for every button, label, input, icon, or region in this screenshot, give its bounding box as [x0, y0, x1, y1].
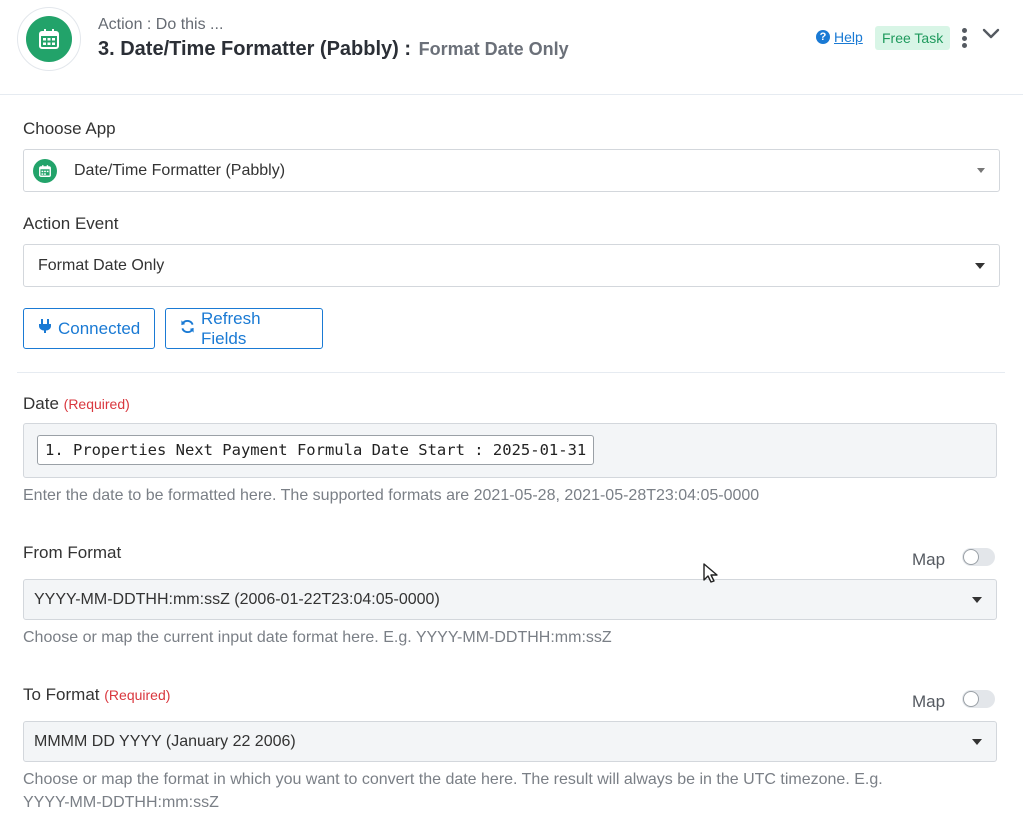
to-format-value: MMMM DD YYYY (January 22 2006): [34, 732, 296, 750]
step-title-text: 3. Date/Time Formatter (Pabbly) :: [98, 38, 412, 60]
to-format-hint: Choose or map the format in which you wa…: [23, 768, 883, 814]
caret-down-icon: [972, 596, 982, 603]
to-format-map-toggle[interactable]: [962, 690, 995, 708]
calendar-icon: [33, 158, 57, 183]
step-subtitle: Format Date Only: [418, 39, 569, 59]
map-label: Map: [912, 692, 946, 711]
connected-button[interactable]: Connected: [23, 308, 155, 349]
to-format-hint-line1: Choose or map the format in which you wa…: [23, 771, 883, 788]
required-marker: (Required): [104, 687, 171, 703]
caret-down-icon: [977, 167, 985, 173]
refresh-fields-button[interactable]: Refresh Fields: [165, 308, 323, 349]
to-format-select[interactable]: MMMM DD YYYY (January 22 2006): [23, 721, 997, 762]
section-divider: [17, 372, 1005, 373]
to-format-hint-line2: YYYY-MM-DDTHH:mm:ssZ: [23, 794, 219, 811]
choose-app-select[interactable]: Date/Time Formatter (Pabbly): [23, 149, 1000, 192]
more-options-icon[interactable]: [955, 28, 973, 48]
from-format-hint: Choose or map the current input date for…: [23, 629, 612, 646]
calendar-icon: [26, 16, 72, 62]
refresh-icon: [180, 319, 195, 339]
step-header[interactable]: Action : Do this ... 3. Date/Time Format…: [0, 0, 1023, 95]
action-kicker: Action : Do this ...: [98, 16, 224, 33]
action-event-label: Action Event: [23, 214, 119, 233]
mouse-pointer-icon: [702, 562, 722, 589]
chevron-down-icon[interactable]: [982, 27, 1000, 46]
map-label: Map: [912, 550, 946, 569]
date-label-text: Date: [23, 394, 59, 413]
from-format-value: YYYY-MM-DDTHH:mm:ssZ (2006-01-22T23:04:0…: [34, 590, 440, 608]
help-label: Help: [834, 29, 863, 45]
date-hint: Enter the date to be formatted here. The…: [23, 487, 760, 504]
action-event-value: Format Date Only: [38, 256, 165, 274]
action-event-select[interactable]: Format Date Only: [23, 244, 1000, 287]
from-format-map-toggle[interactable]: [962, 548, 995, 566]
from-format-label: From Format: [23, 543, 122, 562]
from-format-select[interactable]: YYYY-MM-DDTHH:mm:ssZ (2006-01-22T23:04:0…: [23, 579, 997, 620]
choose-app-value: Date/Time Formatter (Pabbly): [74, 161, 286, 179]
app-logo: [17, 7, 81, 71]
help-link[interactable]: ? Help: [816, 29, 863, 45]
required-marker: (Required): [63, 396, 130, 412]
toggle-knob: [963, 549, 979, 565]
toggle-knob: [963, 691, 979, 707]
to-format-label: To Format (Required): [23, 685, 170, 705]
free-task-badge: Free Task: [875, 26, 951, 50]
date-label: Date (Required): [23, 394, 130, 414]
refresh-label: Refresh Fields: [201, 308, 261, 348]
caret-down-icon: [975, 262, 985, 269]
question-circle-icon: ?: [816, 30, 830, 44]
plug-icon: [38, 318, 52, 339]
connected-label: Connected: [58, 318, 141, 338]
step-title: 3. Date/Time Formatter (Pabbly) : Format…: [98, 38, 569, 61]
to-format-label-text: To Format: [23, 685, 100, 704]
date-input[interactable]: 1. Properties Next Payment Formula Date …: [23, 423, 997, 478]
choose-app-label: Choose App: [23, 119, 116, 138]
caret-down-icon: [972, 738, 982, 745]
mapped-field-chip[interactable]: 1. Properties Next Payment Formula Date …: [37, 435, 595, 465]
